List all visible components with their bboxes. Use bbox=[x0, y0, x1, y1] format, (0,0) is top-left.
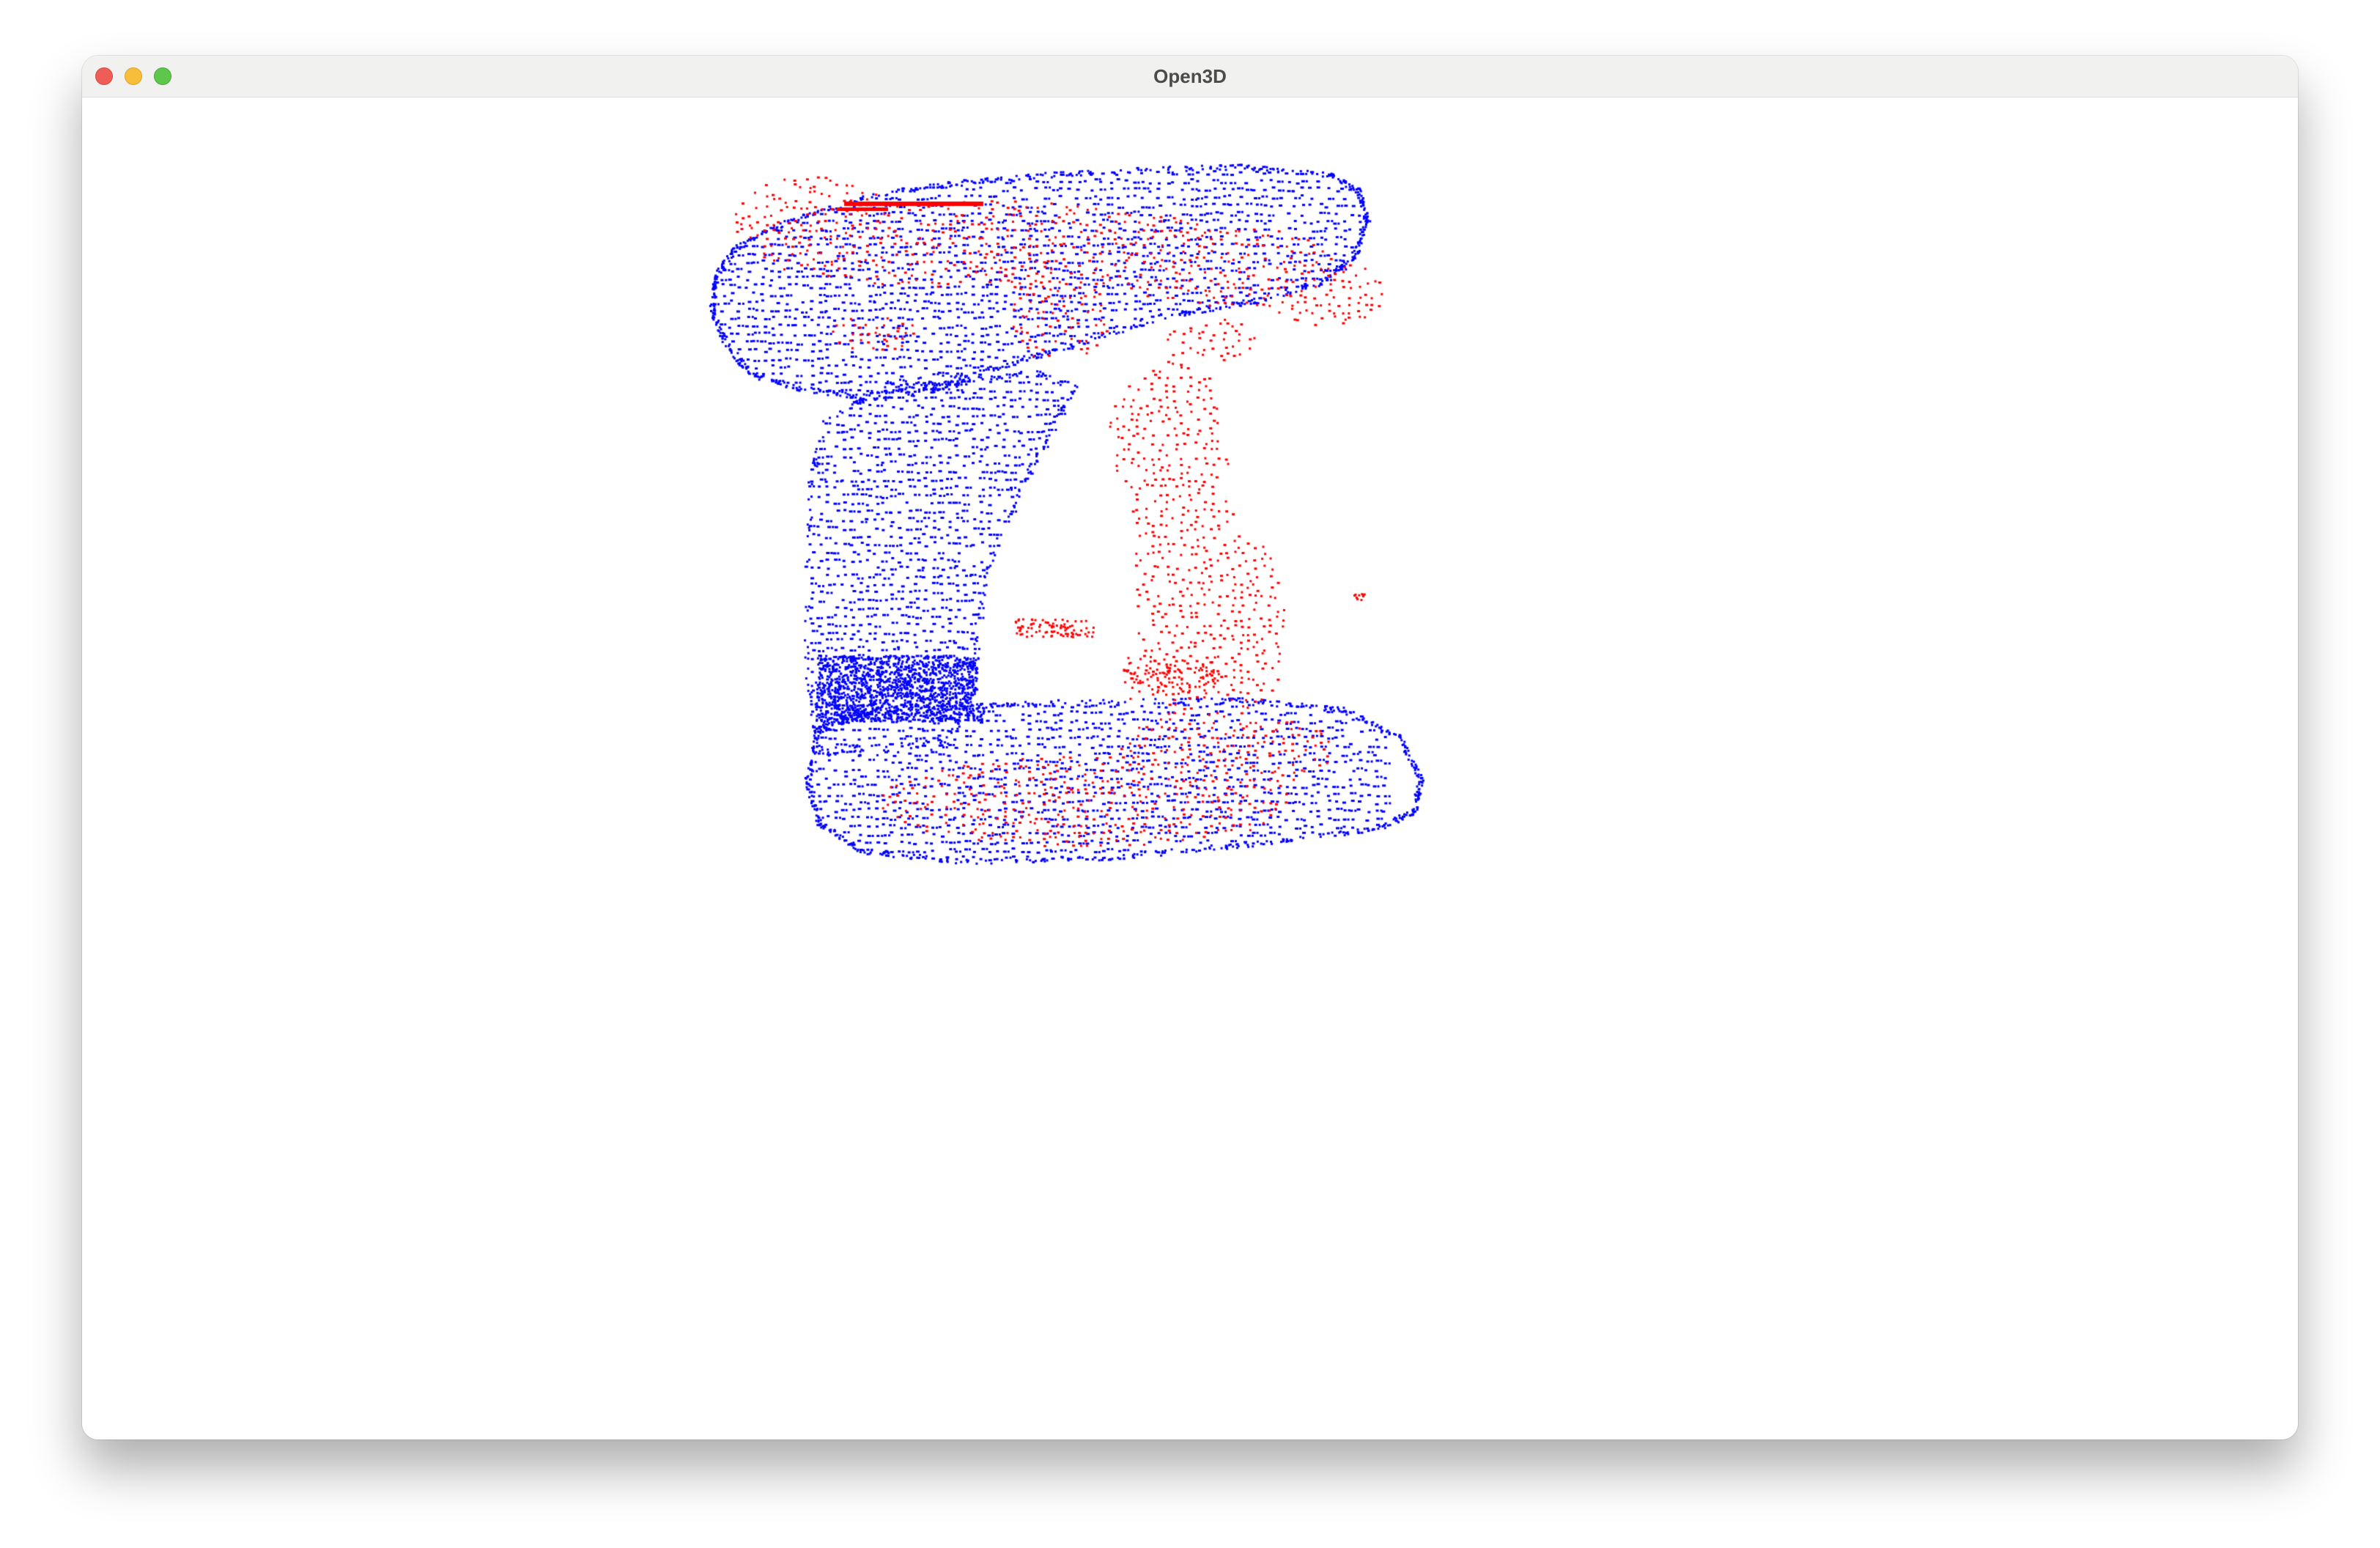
desktop: Open3D bbox=[0, 0, 2380, 1548]
3d-viewport[interactable] bbox=[82, 97, 2298, 1440]
title-bar[interactable]: Open3D bbox=[82, 56, 2298, 97]
point-cloud-canvas[interactable] bbox=[82, 97, 2298, 1440]
window-title: Open3D bbox=[1153, 65, 1227, 87]
app-window: Open3D bbox=[82, 56, 2298, 1440]
